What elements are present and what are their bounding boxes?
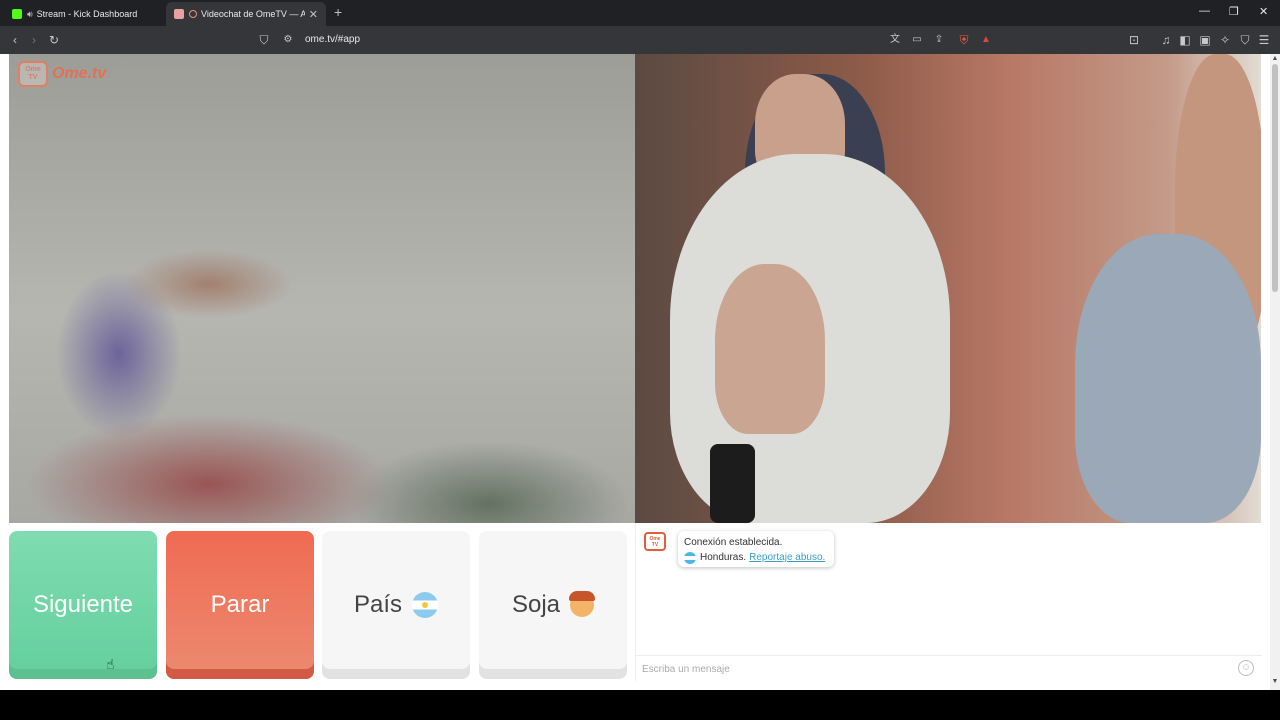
translate-icon[interactable]: 文 <box>887 32 903 48</box>
tv-icon: Ome TV <box>18 61 48 87</box>
message-input-bar: ☺ <box>636 655 1262 681</box>
stop-button[interactable]: Parar <box>166 531 314 679</box>
country-label: País <box>353 591 403 618</box>
connection-text: Conexión establecida. <box>684 537 783 548</box>
system-message: Conexión establecida. Honduras. Reportaj… <box>678 531 834 567</box>
page-scrollbar[interactable]: ▲ ▼ <box>1270 54 1280 690</box>
tab-kick-dashboard[interactable]: 🔊︎ Stream - Kick Dashboard <box>4 2 164 26</box>
gender-button[interactable]: Soja <box>479 531 627 679</box>
minimize-button[interactable]: — <box>1199 5 1210 17</box>
scroll-down-icon[interactable]: ▼ <box>1270 678 1280 685</box>
ometv-chat-avatar-icon: Ome TV <box>644 532 666 551</box>
forward-icon[interactable]: › <box>26 32 42 48</box>
scroll-thumb[interactable] <box>1272 64 1278 292</box>
brave-shield-icon[interactable]: ⛨ <box>956 32 972 48</box>
ometv-favicon-icon <box>174 9 184 19</box>
close-tab-icon[interactable]: ✕ <box>309 8 318 21</box>
stop-label: Parar <box>210 591 270 618</box>
remote-video <box>635 54 1261 523</box>
next-button[interactable]: Siguiente <box>9 531 157 679</box>
wallet-icon[interactable]: ▣ <box>1197 32 1213 48</box>
browser-tab-bar: 🔊︎ Stream - Kick Dashboard Videochat de … <box>0 0 1280 26</box>
country-button[interactable]: País <box>322 531 470 679</box>
country-name: Honduras. <box>700 552 747 563</box>
cast-icon[interactable]: ▭ <box>909 32 925 48</box>
browser-toolbar: ‹ › ↻ ⛉ ⚙ ome.tv/#app 文 ▭ ⇪ ⛨ ▲ ⊡ ♫ ◧ ▣ … <box>0 26 1280 54</box>
tab-ometv[interactable]: Videochat de OmeTV — Alte ✕ <box>166 2 326 26</box>
site-settings-icon[interactable]: ⚙ <box>280 32 296 48</box>
ometv-logo[interactable]: Ome TV Ome.tv <box>18 60 106 88</box>
recording-icon <box>189 10 197 18</box>
hand-cursor-icon: ☝ <box>106 656 115 672</box>
new-tab-button[interactable]: + <box>334 4 342 20</box>
local-video <box>9 54 635 523</box>
kick-favicon-icon <box>12 9 22 19</box>
honduras-flag-icon <box>684 551 696 564</box>
logo-text: Ome.tv <box>52 65 107 82</box>
share-icon[interactable]: ⇪ <box>931 32 947 48</box>
boy-face-icon <box>569 591 596 617</box>
close-window-button[interactable]: ✕ <box>1259 5 1268 18</box>
tabs-search-icon[interactable]: ⊡ <box>1126 32 1142 48</box>
next-label: Siguiente <box>32 591 134 618</box>
url-text[interactable]: ome.tv/#app <box>305 34 360 45</box>
reload-icon[interactable]: ↻ <box>46 32 62 48</box>
bookmark-icon[interactable]: ⛉ <box>256 32 272 48</box>
tab-title: Stream - Kick Dashboard <box>36 9 138 19</box>
microphone-shape <box>710 444 755 523</box>
rewards-icon[interactable]: ▲ <box>978 32 994 48</box>
emoji-icon[interactable]: ☺ <box>1238 660 1254 676</box>
sidebar-icon[interactable]: ◧ <box>1177 32 1193 48</box>
restore-button[interactable]: ❐ <box>1229 5 1239 18</box>
argentina-flag-icon <box>412 592 439 618</box>
report-abuse-link[interactable]: Reportaje abuso. <box>749 550 825 565</box>
speaker-icon[interactable]: 🔊︎ <box>27 9 33 20</box>
back-icon[interactable]: ‹ <box>7 32 23 48</box>
bottom-bar <box>0 690 1280 720</box>
message-input[interactable] <box>642 660 1222 678</box>
tab-title: Videochat de OmeTV — Alte <box>201 9 305 19</box>
menu-icon[interactable]: ☰ <box>1256 32 1272 48</box>
scroll-up-icon[interactable]: ▲ <box>1270 55 1280 62</box>
gender-label: Soja <box>511 591 561 618</box>
person-shape <box>1075 234 1261 523</box>
leo-icon[interactable]: ✧ <box>1217 32 1233 48</box>
media-icon[interactable]: ♫ <box>1158 32 1174 48</box>
vpn-icon[interactable]: ⛉ <box>1237 32 1253 48</box>
address-bar[interactable]: ⛉ ⚙ ome.tv/#app 文 ▭ ⇪ ⛨ ▲ <box>250 29 1000 51</box>
person-shape <box>715 264 825 434</box>
chat-panel: Ome TV Conexión establecida. Honduras. R… <box>635 523 1262 681</box>
